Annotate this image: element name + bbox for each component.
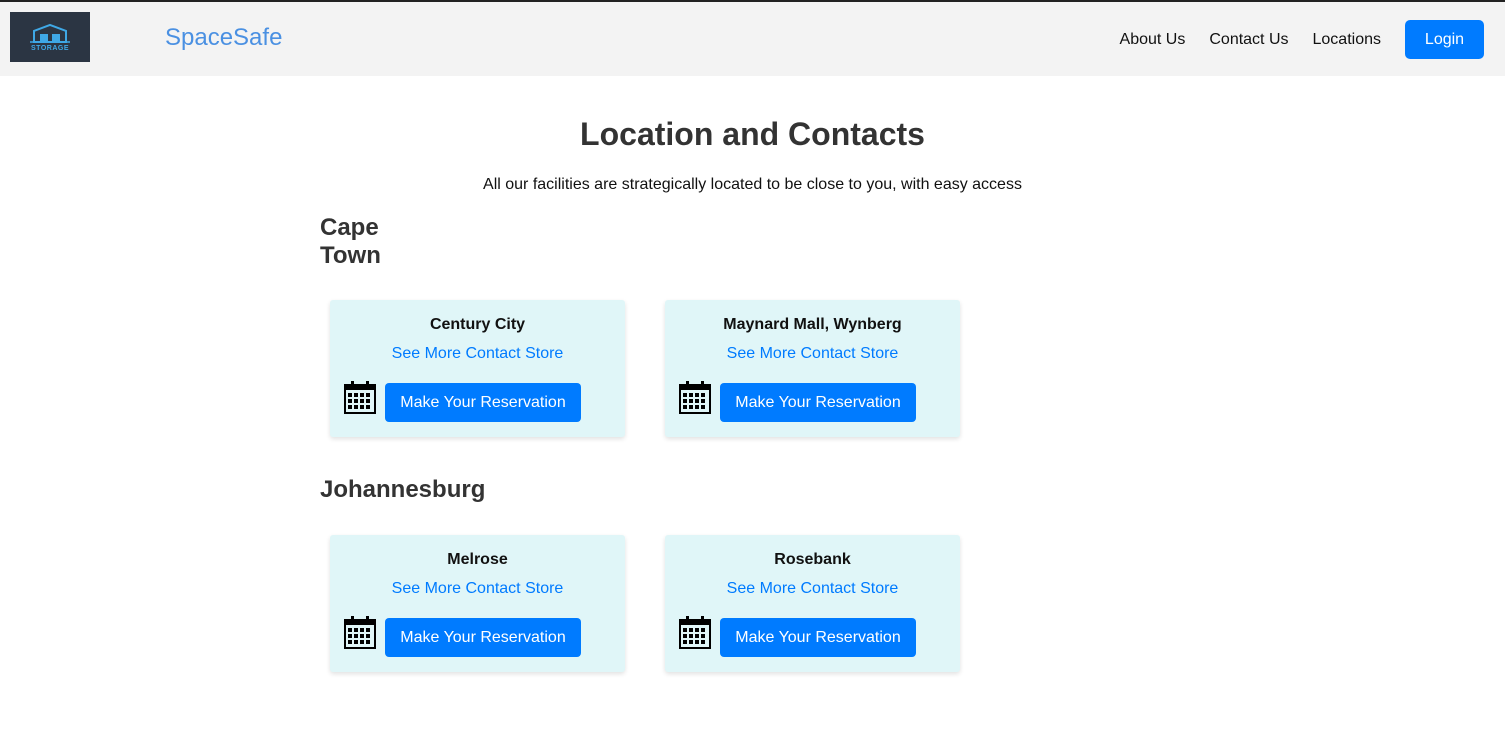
calendar-icon [679,616,711,649]
store-name: Maynard Mall, Wynberg [723,316,902,333]
nav-locations[interactable]: Locations [1313,20,1382,59]
region-title-cape-town: Cape Town [320,214,381,270]
logo-text: STORAGE [31,45,69,52]
make-reservation-button[interactable]: Make Your Reservation [720,383,916,422]
region-title-line-1: Cape [320,214,379,241]
nav-contact-us[interactable]: Contact Us [1209,20,1288,59]
nav-menu: About Us Contact Us Locations Login [1096,20,1484,59]
region-title-line-2: Town [320,242,381,269]
see-more-contact-link[interactable]: See More Contact Store [665,345,960,363]
warehouse-logo-icon [30,23,70,43]
region-title-johannesburg: Johannesburg [320,476,486,503]
calendar-icon [344,616,376,649]
see-more-contact-link[interactable]: See More Contact Store [330,580,625,598]
navbar: STORAGE SpaceSafe About Us Contact Us Lo… [0,2,1505,76]
make-reservation-button[interactable]: Make Your Reservation [385,618,581,657]
page-title: Location and Contacts [580,116,925,152]
make-reservation-button[interactable]: Make Your Reservation [385,383,581,422]
page-subtitle: All our facilities are strategically loc… [483,176,1022,193]
store-name: Rosebank [774,551,851,568]
nav-about-us[interactable]: About Us [1120,20,1186,59]
see-more-contact-link[interactable]: See More Contact Store [330,345,625,363]
login-button[interactable]: Login [1405,20,1484,59]
make-reservation-button[interactable]: Make Your Reservation [720,618,916,657]
calendar-icon [679,381,711,414]
store-card-rosebank: Rosebank See More Contact Store Make You… [665,535,960,672]
store-card-century-city: Century City See More Contact Store Make… [330,300,625,437]
see-more-contact-link[interactable]: See More Contact Store [665,580,960,598]
logo[interactable]: STORAGE [10,12,90,62]
brand-link[interactable]: SpaceSafe [165,24,282,52]
store-card-melrose: Melrose See More Contact Store Make Your… [330,535,625,672]
calendar-icon [344,381,376,414]
store-name: Century City [429,316,526,333]
store-card-maynard-mall: Maynard Mall, Wynberg See More Contact S… [665,300,960,437]
store-name: Melrose [447,551,508,568]
